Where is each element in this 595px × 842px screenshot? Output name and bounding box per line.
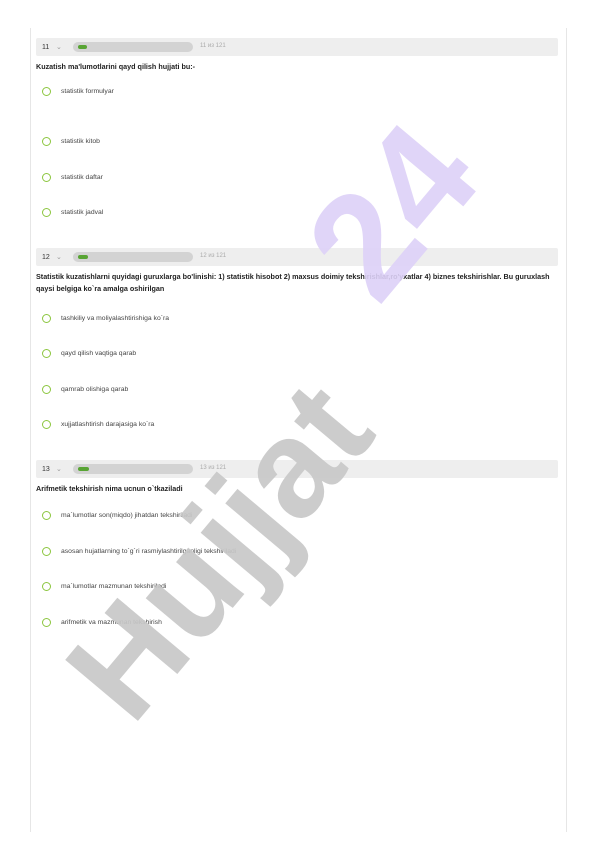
option-label: statistik daftar	[61, 174, 103, 181]
option-a[interactable]: statistik formulyar	[42, 87, 114, 96]
option-label: arifmetik va mazmunan tekshirish	[61, 619, 162, 626]
option-b[interactable]: qayd qilish vaqtiga qarab	[42, 349, 136, 358]
option-label: ma`lumotlar mazmunan tekshiriladi	[61, 583, 167, 590]
progress-bar	[73, 464, 193, 474]
radio-circle-icon[interactable]	[42, 314, 51, 323]
radio-circle-icon[interactable]	[42, 618, 51, 627]
radio-circle-icon[interactable]	[42, 385, 51, 394]
option-b[interactable]: asosan hujatlarning to`g`ri rasmiylashti…	[42, 547, 236, 556]
radio-circle-icon[interactable]	[42, 87, 51, 96]
option-d[interactable]: statistik jadval	[42, 208, 103, 217]
radio-circle-icon[interactable]	[42, 349, 51, 358]
radio-circle-icon[interactable]	[42, 208, 51, 217]
progress-fill	[78, 45, 87, 49]
question-text: Statistik kuzatishlarni quyidagi guruxla…	[36, 272, 550, 293]
option-d[interactable]: arifmetik va mazmunan tekshirish	[42, 618, 162, 627]
question-counter: 13 из 121	[200, 465, 227, 471]
question-header: 11 ⌄ 11 из 121	[36, 38, 558, 56]
option-c[interactable]: qamrab olishiga qarab	[42, 385, 128, 394]
question-block-12: 12 ⌄ 12 из 121 Statistik kuzatishlarni q…	[36, 248, 558, 429]
question-number: 13	[42, 465, 50, 473]
question-block-11: 11 ⌄ 11 из 121 Kuzatish ma'lumotlarini q…	[36, 38, 558, 217]
page-border-left	[30, 28, 31, 832]
chevron-down-icon[interactable]: ⌄	[56, 43, 68, 51]
radio-circle-icon[interactable]	[42, 582, 51, 591]
question-number: 12	[42, 253, 50, 261]
page-border-right	[566, 28, 567, 832]
question-header: 13 ⌄ 13 из 121	[36, 460, 558, 478]
radio-circle-icon[interactable]	[42, 173, 51, 182]
option-label: xujjatlashtirish darajasiga ko`ra	[61, 421, 155, 428]
option-label: statistik formulyar	[61, 88, 114, 95]
option-a[interactable]: tashkiliy va moliyalashtirishiga ko`ra	[42, 314, 169, 323]
progress-fill	[78, 467, 89, 471]
question-text: Kuzatish ma'lumotlarini qayd qilish hujj…	[36, 62, 196, 71]
radio-circle-icon[interactable]	[42, 420, 51, 429]
question-header: 12 ⌄ 12 из 121	[36, 248, 558, 266]
option-label: qamrab olishiga qarab	[61, 386, 129, 393]
option-label: tashkiliy va moliyalashtirishiga ko`ra	[61, 315, 170, 322]
question-counter: 12 из 121	[200, 253, 227, 259]
option-d[interactable]: xujjatlashtirish darajasiga ko`ra	[42, 420, 154, 429]
option-label: statistik kitob	[61, 138, 100, 145]
radio-circle-icon[interactable]	[42, 547, 51, 556]
chevron-down-icon[interactable]: ⌄	[56, 465, 68, 473]
option-label: asosan hujatlarning to`g`ri rasmiylashti…	[61, 548, 237, 555]
question-text: Arifmetik tekshirish nima ucnun o`tkazil…	[36, 484, 183, 493]
option-label: qayd qilish vaqtiga qarab	[61, 350, 137, 357]
progress-fill	[78, 255, 88, 259]
option-c[interactable]: statistik daftar	[42, 173, 103, 182]
progress-bar	[73, 252, 193, 262]
chevron-down-icon[interactable]: ⌄	[56, 253, 68, 261]
option-b[interactable]: statistik kitob	[42, 137, 100, 146]
question-number: 11	[42, 43, 50, 51]
radio-circle-icon[interactable]	[42, 511, 51, 520]
option-label: ma`lumotlar son(miqdo) jihatdan tekshiri…	[61, 512, 193, 519]
progress-bar	[73, 42, 193, 52]
radio-circle-icon[interactable]	[42, 137, 51, 146]
question-block-13: 13 ⌄ 13 из 121 Arifmetik tekshirish nima…	[36, 460, 558, 627]
option-c[interactable]: ma`lumotlar mazmunan tekshiriladi	[42, 582, 166, 591]
question-counter: 11 из 121	[200, 43, 226, 49]
option-a[interactable]: ma`lumotlar son(miqdo) jihatdan tekshiri…	[42, 511, 192, 520]
option-label: statistik jadval	[61, 209, 104, 216]
